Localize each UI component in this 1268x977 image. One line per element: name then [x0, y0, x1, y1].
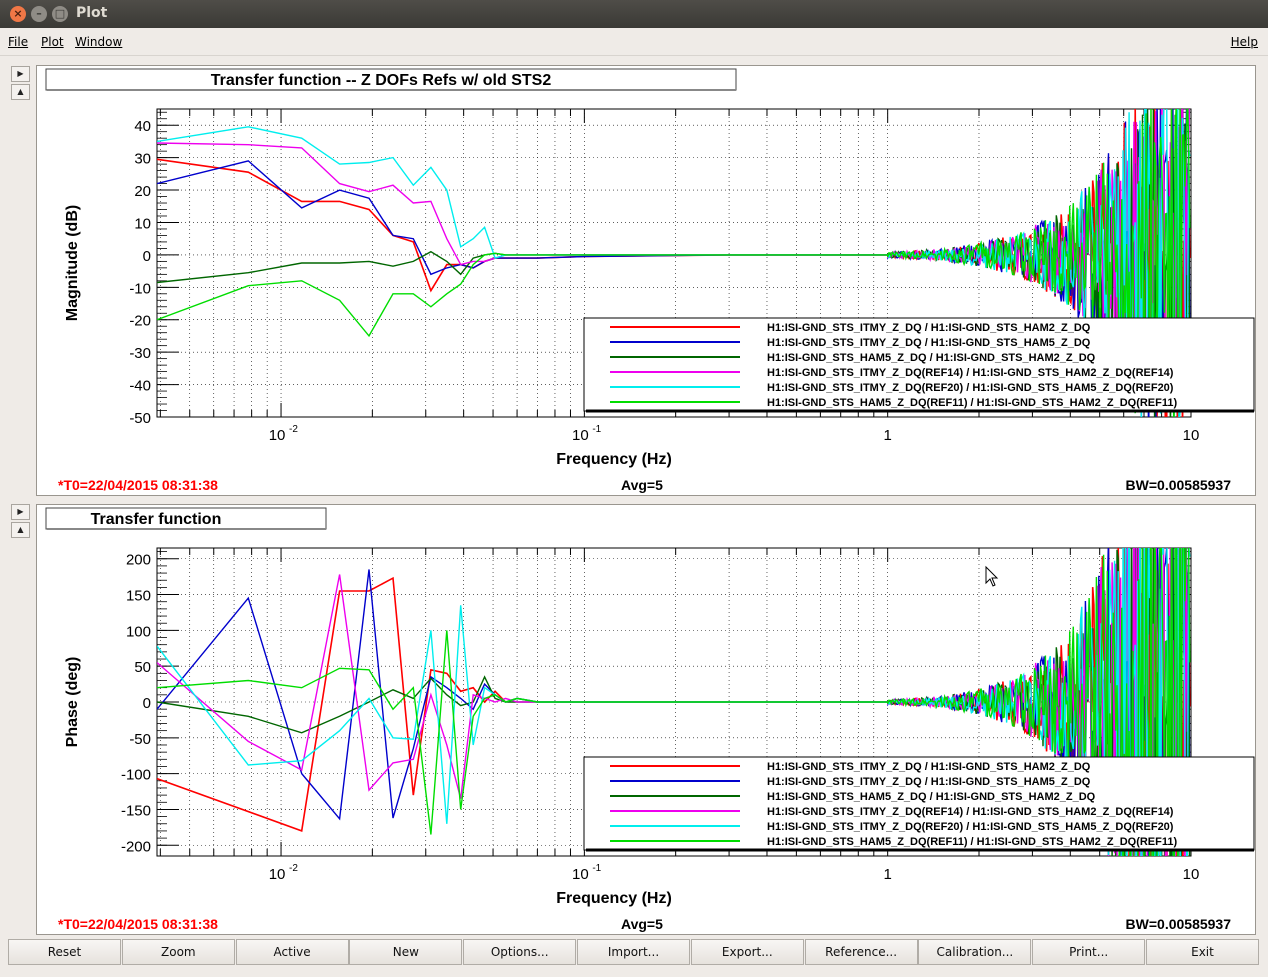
x-tick-exponent: -2 [289, 424, 298, 435]
legend-entry: H1:ISI-GND_STS_HAM5_Z_DQ(REF11) / H1:ISI… [767, 397, 1177, 409]
legend-entry: H1:ISI-GND_STS_ITMY_Z_DQ / H1:ISI-GND_ST… [767, 761, 1091, 773]
minimize-window-button[interactable]: – [31, 6, 47, 22]
print-button[interactable]: Print... [1032, 939, 1146, 965]
zoom-button[interactable]: Zoom [121, 939, 235, 965]
legend-entry: H1:ISI-GND_STS_ITMY_Z_DQ(REF20) / H1:ISI… [767, 821, 1174, 833]
legend-entry: H1:ISI-GND_STS_ITMY_Z_DQ(REF14) / H1:ISI… [767, 806, 1174, 818]
x-tick-label: 1 [884, 427, 892, 444]
y-tick-label: 0 [143, 248, 151, 265]
y-tick-label: -150 [121, 802, 151, 819]
y-tick-label: 100 [126, 623, 151, 640]
menu-plot[interactable]: Plot [41, 35, 64, 49]
export-button[interactable]: Export... [690, 939, 804, 965]
y-tick-label: -30 [129, 345, 151, 362]
chart-title: Transfer function -- Z DOFs Refs w/ old … [211, 72, 552, 89]
y-tick-label: 200 [126, 552, 151, 569]
pad1-collapse-button[interactable]: ▲ [11, 84, 30, 100]
menu-file[interactable]: File [8, 35, 28, 49]
menu-window[interactable]: Window [75, 35, 122, 49]
pad2-expand-button[interactable]: ▶ [11, 504, 30, 520]
footer-avg: Avg=5 [621, 916, 663, 932]
x-tick-label: 1 [884, 866, 892, 883]
pad2-collapse-button[interactable]: ▲ [11, 522, 30, 538]
x-tick-label: 10 [1183, 866, 1200, 883]
exit-button[interactable]: Exit [1146, 939, 1259, 965]
up-arrow-icon: ▲ [17, 87, 24, 96]
y-tick-label: 50 [134, 659, 151, 676]
y-axis-label: Magnitude (dB) [64, 205, 81, 321]
right-arrow-icon: ▶ [17, 69, 24, 78]
x-axis-label: Frequency (Hz) [556, 890, 672, 907]
y-tick-label: -50 [129, 410, 151, 427]
legend-entry: H1:ISI-GND_STS_ITMY_Z_DQ(REF14) / H1:ISI… [767, 367, 1174, 379]
magnitude-chart[interactable]: Transfer function -- Z DOFs Refs w/ old … [37, 66, 1255, 495]
legend-entry: H1:ISI-GND_STS_ITMY_Z_DQ / H1:ISI-GND_ST… [767, 337, 1091, 349]
menu-help[interactable]: Help [1231, 35, 1258, 49]
x-tick-exponent: -1 [592, 424, 601, 435]
phase-plot-panel[interactable]: Transfer function 10 -2 10 -1 1 10 200 150 100 50 0… [36, 504, 1256, 935]
x-tick-label: 10 [269, 427, 286, 444]
y-tick-label: 150 [126, 588, 151, 605]
pad1-expand-button[interactable]: ▶ [11, 66, 30, 82]
new-button[interactable]: New [349, 939, 463, 965]
y-tick-label: -200 [121, 838, 151, 855]
footer-t0: *T0=22/04/2015 08:31:38 [58, 477, 218, 493]
right-arrow-icon: ▶ [17, 507, 24, 516]
maximize-window-button[interactable]: □ [52, 6, 68, 22]
menu-bar: File Plot Window Help [0, 28, 1268, 56]
magnitude-plot-panel[interactable]: Transfer function -- Z DOFs Refs w/ old … [36, 65, 1256, 496]
legend-entry: H1:ISI-GND_STS_HAM5_Z_DQ / H1:ISI-GND_ST… [767, 352, 1096, 364]
close-window-button[interactable]: × [10, 6, 26, 22]
x-tick-label: 10 [269, 866, 286, 883]
x-tick-label: 10 [1183, 427, 1200, 444]
bottom-toolbar: Reset Zoom Active New Options... Import... Exp… [8, 939, 1260, 965]
window-title: Plot [76, 5, 108, 21]
y-tick-label: 0 [143, 695, 151, 712]
calibration-button[interactable]: Calibration... [918, 939, 1032, 965]
y-tick-label: -40 [129, 378, 151, 395]
x-tick-exponent: -2 [289, 863, 298, 874]
y-tick-label: -10 [129, 280, 151, 297]
y-tick-label: 40 [134, 118, 151, 135]
y-tick-label: 30 [134, 151, 151, 168]
active-button[interactable]: Active [235, 939, 349, 965]
y-tick-label: -100 [121, 767, 151, 784]
y-tick-label: 10 [134, 215, 151, 232]
y-tick-label: 20 [134, 183, 151, 200]
legend-entry: H1:ISI-GND_STS_ITMY_Z_DQ / H1:ISI-GND_ST… [767, 776, 1091, 788]
legend-entry: H1:ISI-GND_STS_HAM5_Z_DQ / H1:ISI-GND_ST… [767, 791, 1096, 803]
reset-button[interactable]: Reset [8, 939, 121, 965]
footer-bw: BW=0.00585937 [1126, 477, 1232, 493]
y-axis-label: Phase (deg) [64, 657, 81, 748]
footer-avg: Avg=5 [621, 477, 663, 493]
options-button[interactable]: Options... [463, 939, 577, 965]
x-tick-label: 10 [572, 866, 589, 883]
up-arrow-icon: ▲ [17, 525, 24, 534]
x-axis-label: Frequency (Hz) [556, 451, 672, 468]
footer-t0: *T0=22/04/2015 08:31:38 [58, 916, 218, 932]
legend-entry: H1:ISI-GND_STS_HAM5_Z_DQ(REF11) / H1:ISI… [767, 836, 1177, 848]
legend-entry: H1:ISI-GND_STS_ITMY_Z_DQ(REF20) / H1:ISI… [767, 382, 1174, 394]
footer-bw: BW=0.00585937 [1126, 916, 1232, 932]
legend-entry: H1:ISI-GND_STS_ITMY_Z_DQ / H1:ISI-GND_ST… [767, 322, 1091, 334]
reference-button[interactable]: Reference... [804, 939, 918, 965]
chart-title: Transfer function [91, 511, 222, 528]
x-tick-label: 10 [572, 427, 589, 444]
y-tick-label: -50 [129, 731, 151, 748]
title-bar[interactable]: × – □ Plot [0, 0, 1268, 28]
x-tick-exponent: -1 [592, 863, 601, 874]
phase-chart[interactable]: Transfer function10 -2 10 -1 1 10200150100500… [37, 505, 1255, 934]
import-button[interactable]: Import... [577, 939, 690, 965]
y-tick-label: -20 [129, 313, 151, 330]
